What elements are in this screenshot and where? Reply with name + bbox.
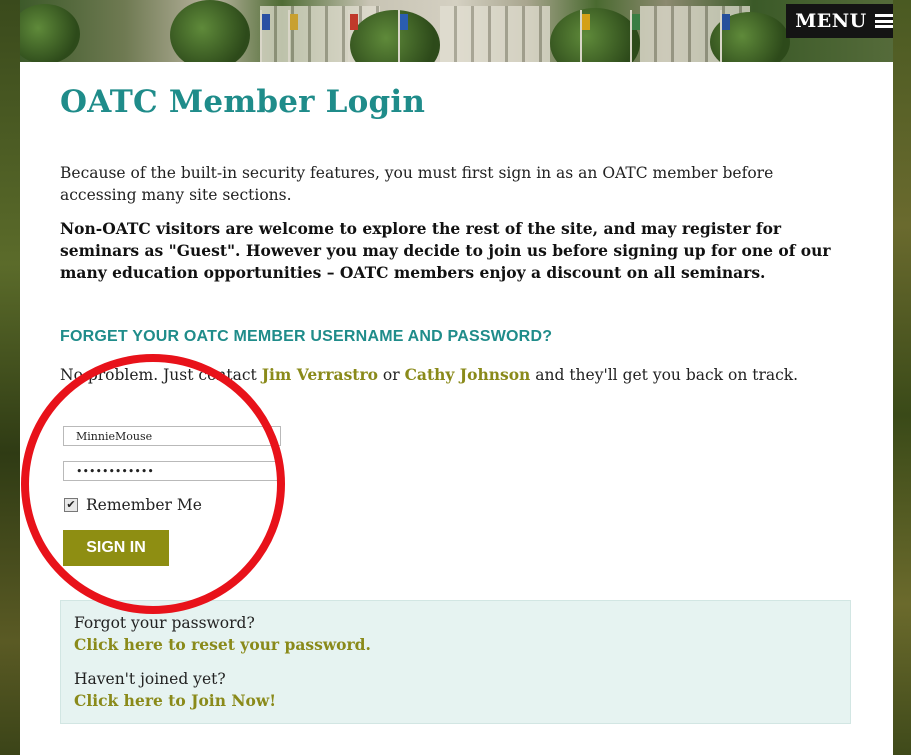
join-link-row: Click here to Join Now! (74, 691, 276, 711)
flag-icon (582, 14, 590, 30)
banner-tree (20, 4, 80, 62)
sign-in-button[interactable]: SIGN IN (63, 530, 169, 566)
menu-button[interactable]: MENU (786, 4, 893, 38)
help-box: Forgot your password? Click here to rese… (60, 600, 851, 724)
background-foliage-left (0, 0, 20, 755)
banner-building (440, 6, 550, 62)
intro-text: Because of the built-in security feature… (60, 164, 774, 204)
flag-icon (722, 14, 730, 30)
hamburger-icon (874, 14, 893, 28)
join-now-link[interactable]: Click here to Join Now! (74, 691, 276, 710)
forgot-password-question: Forgot your password? (74, 614, 255, 632)
contact-prefix: No problem. Just contact (60, 366, 262, 384)
background-foliage-right (893, 0, 911, 755)
contact-link-jim[interactable]: Jim Verrastro (262, 365, 378, 384)
flag-icon (290, 14, 298, 30)
username-input[interactable] (63, 426, 281, 446)
page-title: OATC Member Login (60, 84, 426, 120)
header-banner: MENU (20, 0, 893, 62)
contact-text: No problem. Just contact Jim Verrastro o… (60, 364, 798, 386)
visitor-notice: Non-OATC visitors are welcome to explore… (60, 219, 831, 282)
flag-icon (262, 14, 270, 30)
menu-label: MENU (795, 10, 867, 32)
join-question: Haven't joined yet? (74, 670, 226, 688)
remember-me-checkbox[interactable]: ✔ (64, 498, 78, 512)
contact-suffix: and they'll get you back on track. (530, 366, 799, 384)
remember-me-label: Remember Me (86, 496, 202, 514)
banner-tree (550, 8, 640, 62)
content-card: OATC Member Login Because of the built-i… (20, 62, 893, 755)
forgot-heading: FORGET YOUR OATC MEMBER USERNAME AND PAS… (60, 328, 553, 345)
contact-link-cathy[interactable]: Cathy Johnson (405, 365, 531, 384)
remember-me-row[interactable]: ✔ Remember Me (64, 496, 202, 514)
reset-password-link[interactable]: Click here to reset your password. (74, 635, 371, 654)
flag-icon (400, 14, 408, 30)
flag-icon (632, 14, 640, 30)
contact-mid: or (377, 366, 405, 384)
password-input[interactable] (63, 461, 281, 481)
banner-tree (170, 0, 250, 62)
flag-icon (350, 14, 358, 30)
reset-password-link-row: Click here to reset your password. (74, 635, 371, 655)
